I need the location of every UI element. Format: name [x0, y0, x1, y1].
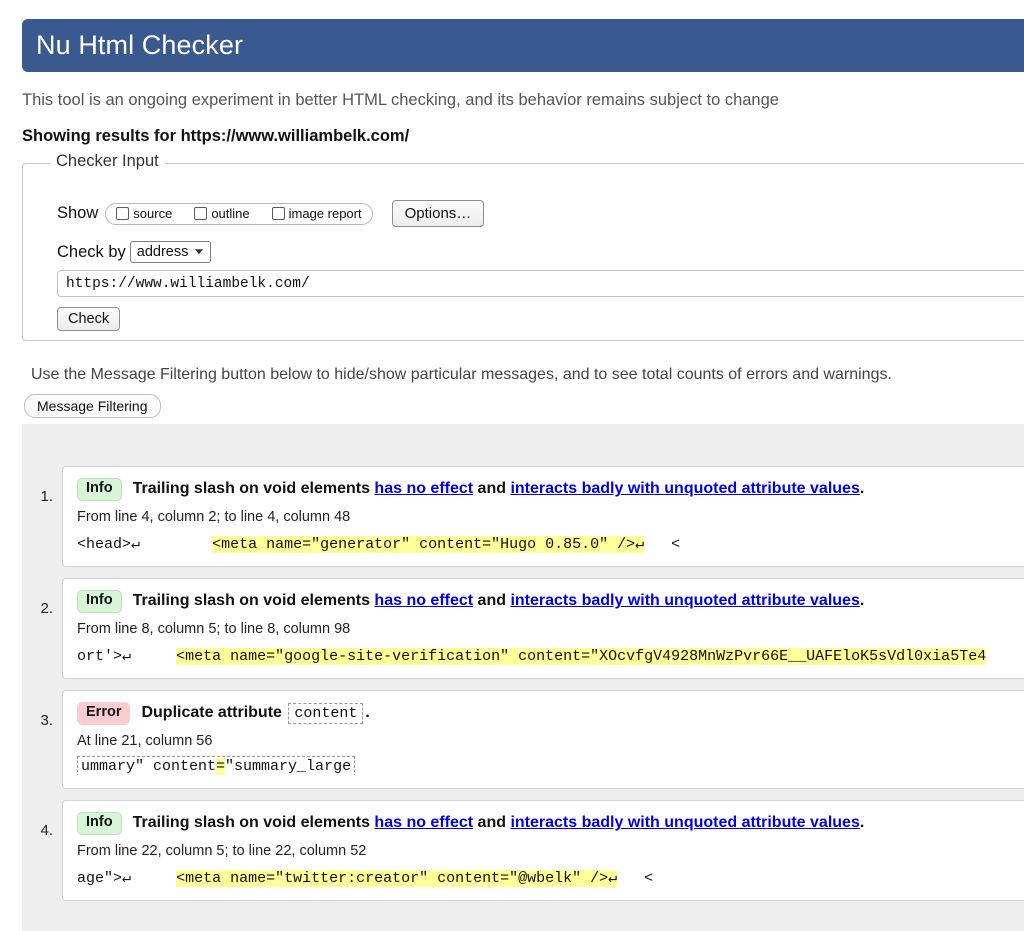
result-text-middle: and	[473, 592, 510, 609]
extract-highlight-pilcrow: ↵	[608, 870, 617, 887]
checker-input-fieldset: Checker Input Show source outline image …	[22, 163, 1024, 341]
result-card[interactable]: Error Duplicate attribute content. At li…	[62, 690, 1024, 789]
result-text: Trailing slash on void elements has no e…	[133, 480, 865, 498]
result-index: 2.	[22, 578, 62, 617]
result-headline: Info Trailing slash on void elements has…	[63, 478, 1024, 501]
extract-prefix: ummary" content	[81, 758, 216, 775]
result-headline: Info Trailing slash on void elements has…	[63, 590, 1024, 613]
extract-highlight: <meta name="google-site-verification" co…	[176, 648, 986, 665]
extract-highlight: =	[216, 758, 225, 775]
check-button[interactable]: Check	[57, 307, 120, 331]
result-card[interactable]: Info Trailing slash on void elements has…	[62, 578, 1024, 679]
result-index: 1.	[22, 466, 62, 505]
extract-gap	[131, 870, 176, 887]
result-message: 3. Error Duplicate attribute content. At…	[22, 690, 1024, 789]
show-checkbox-group: source outline image report	[105, 203, 372, 225]
result-text: Trailing slash on void elements has no e…	[133, 814, 865, 832]
result-location: From line 22, column 5; to line 22, colu…	[63, 835, 1024, 859]
check-by-select[interactable]: address	[130, 241, 212, 263]
result-card[interactable]: Info Trailing slash on void elements has…	[62, 466, 1024, 567]
extract-highlight: <meta name="generator" content="Hugo 0.8…	[212, 536, 635, 553]
result-link-2[interactable]: interacts badly with unquoted attribute …	[510, 814, 859, 831]
result-link-1[interactable]: has no effect	[374, 480, 473, 497]
result-text-before: Trailing slash on void elements	[133, 592, 375, 609]
result-location: From line 4, column 2; to line 4, column…	[63, 501, 1024, 525]
page-root: Nu Html Checker This tool is an ongoing …	[0, 0, 1024, 931]
result-link-1[interactable]: has no effect	[374, 592, 473, 609]
extract-gap	[131, 648, 176, 665]
checkbox-source[interactable]: source	[116, 206, 172, 221]
result-text-after: .	[365, 704, 369, 721]
page-title: Nu Html Checker	[36, 30, 243, 61]
result-extract: ummary" content="summary_large	[63, 749, 1024, 775]
result-message: 1. Info Trailing slash on void elements …	[22, 466, 1024, 567]
result-location: From line 8, column 5; to line 8, column…	[63, 613, 1024, 637]
status-badge: Info	[77, 812, 122, 835]
result-link-2[interactable]: interacts badly with unquoted attribute …	[510, 480, 859, 497]
app-header-banner: Nu Html Checker	[22, 19, 1024, 72]
extract-suffix: <	[644, 536, 680, 553]
status-badge: Error	[77, 702, 130, 725]
result-extract: <head>↵ <meta name="generator" content="…	[63, 525, 1024, 553]
result-text: Trailing slash on void elements has no e…	[133, 592, 865, 610]
extract-prefix: age">↵	[77, 870, 131, 887]
show-label: Show	[57, 204, 98, 223]
result-extract: age">↵ <meta name="twitter:creator" cont…	[63, 859, 1024, 887]
result-code-attribute: content	[288, 703, 363, 724]
extract-highlight: <meta name="twitter:creator" content="@w…	[176, 870, 608, 887]
result-location: At line 21, column 56	[63, 725, 1024, 749]
checkbox-outline[interactable]: outline	[194, 206, 249, 221]
checkbox-image-report-label: image report	[289, 206, 362, 221]
check-by-label: Check by	[57, 243, 126, 262]
status-badge: Info	[77, 478, 122, 501]
result-link-2[interactable]: interacts badly with unquoted attribute …	[510, 592, 859, 609]
result-index: 4.	[22, 800, 62, 839]
show-options-row: Show source outline image report Options…	[57, 200, 484, 227]
result-text-middle: and	[473, 480, 510, 497]
checkbox-source-box[interactable]	[116, 207, 129, 220]
showing-results-heading: Showing results for https://www.williamb…	[22, 127, 409, 146]
checker-input-legend: Checker Input	[50, 152, 165, 171]
status-badge: Info	[77, 590, 122, 613]
result-text-before: Trailing slash on void elements	[133, 814, 375, 831]
result-link-1[interactable]: has no effect	[374, 814, 473, 831]
url-input[interactable]	[57, 270, 1024, 297]
result-card[interactable]: Info Trailing slash on void elements has…	[62, 800, 1024, 901]
check-by-row: Check by address	[57, 241, 211, 263]
result-text-after: .	[860, 480, 864, 497]
checkbox-image-report-box[interactable]	[272, 207, 285, 220]
extract-prefix: <head>↵	[77, 536, 140, 553]
extract-suffix: <	[617, 870, 653, 887]
options-button[interactable]: Options…	[392, 200, 485, 227]
result-text-before: Trailing slash on void elements	[133, 480, 375, 497]
extract-prefix: ort'>↵	[77, 648, 131, 665]
result-text-after: .	[860, 592, 864, 609]
extract-highlight-pilcrow: ↵	[635, 536, 644, 553]
result-headline: Error Duplicate attribute content.	[63, 702, 1024, 725]
checkbox-outline-box[interactable]	[194, 207, 207, 220]
extract-suffix: "summary_large	[225, 758, 351, 775]
checkbox-image-report[interactable]: image report	[272, 206, 362, 221]
extract-gap	[140, 536, 212, 553]
results-panel: 1. Info Trailing slash on void elements …	[22, 424, 1024, 931]
message-filtering-note: Use the Message Filtering button below t…	[31, 366, 892, 384]
checkbox-source-label: source	[133, 206, 172, 221]
tool-description: This tool is an ongoing experiment in be…	[22, 91, 779, 110]
result-message: 2. Info Trailing slash on void elements …	[22, 578, 1024, 679]
checkbox-outline-label: outline	[211, 206, 249, 221]
check-by-select-value: address	[137, 244, 189, 260]
result-message: 4. Info Trailing slash on void elements …	[22, 800, 1024, 901]
result-text-before: Duplicate attribute	[141, 704, 286, 721]
extract-dashed-box: ummary" content="summary_large	[77, 756, 355, 775]
result-text-middle: and	[473, 814, 510, 831]
chevron-down-icon	[195, 249, 203, 254]
result-text-after: .	[860, 814, 864, 831]
result-text: Duplicate attribute content.	[141, 704, 369, 722]
result-extract: ort'>↵ <meta name="google-site-verificat…	[63, 637, 1024, 665]
message-filtering-button[interactable]: Message Filtering	[24, 394, 161, 418]
result-index: 3.	[22, 690, 62, 729]
result-headline: Info Trailing slash on void elements has…	[63, 812, 1024, 835]
